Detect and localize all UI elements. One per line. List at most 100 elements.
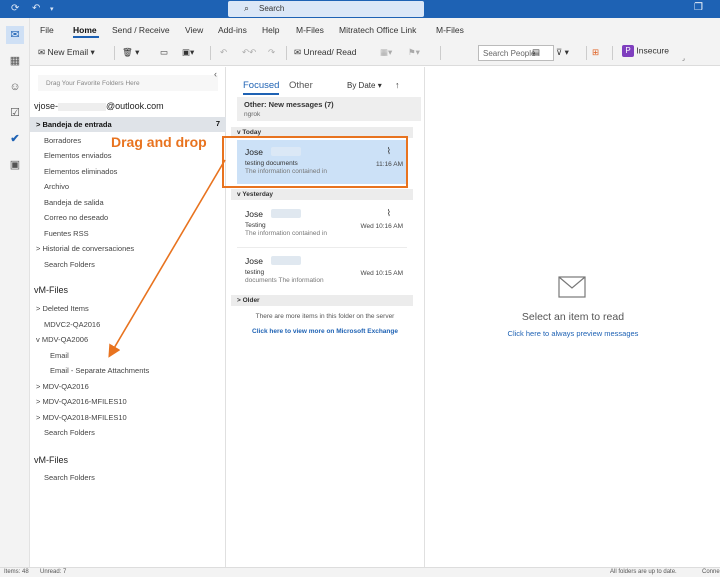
server-items-note: There are more items in this folder on t…	[255, 313, 395, 320]
reply-all-icon[interactable]: ↶↶	[242, 47, 256, 58]
folder-item[interactable]: Correo no deseado	[30, 210, 226, 225]
tab-m-files[interactable]: M-Files	[296, 25, 324, 35]
calendar-icon[interactable]: ▦	[6, 52, 24, 70]
folder-item[interactable]: Email - Separate Attachments	[30, 363, 226, 378]
search-people-input[interactable]: Search People	[478, 45, 554, 61]
favorites-drop-zone[interactable]: Drag Your Favorite Folders Here	[38, 75, 218, 91]
status-item-count: Items: 48	[4, 569, 29, 575]
folder-item[interactable]: Fuentes RSS	[30, 226, 226, 241]
flag-icon[interactable]: ⚑▾	[408, 47, 420, 58]
title-bar: ⟳ ↶ ▾ ⌕ Search ❐	[0, 0, 720, 18]
sender-redacted	[271, 256, 301, 265]
folder-label: Archivo	[44, 182, 70, 191]
view-more-exchange-link[interactable]: Click here to view more on Microsoft Exc…	[237, 328, 413, 335]
group-yesterday-label: Yesterday	[242, 191, 274, 198]
group-header-older[interactable]: > Older	[231, 295, 413, 306]
group-today-label: Today	[242, 129, 262, 136]
move-icon[interactable]: ▣▾	[182, 47, 194, 58]
address-book-icon[interactable]: ▤	[532, 47, 540, 58]
folder-label: Bandeja de entrada	[42, 120, 112, 129]
group-header-yesterday[interactable]: v Yesterday	[231, 189, 413, 200]
tab-file[interactable]: File	[40, 25, 54, 35]
toolbar-divider	[440, 46, 441, 60]
todo-check-icon[interactable]: ✔	[6, 130, 24, 148]
account-header[interactable]: vjose- @outlook.com	[30, 101, 226, 116]
categorize-icon[interactable]: ▦▾	[380, 47, 392, 58]
folder-item[interactable]: Elementos enviados	[30, 148, 226, 163]
new-email-button[interactable]: ✉ New Email ▾	[38, 47, 95, 58]
folder-item[interactable]: Bandeja de salida	[30, 195, 226, 210]
folder-label: Correo no deseado	[44, 213, 109, 222]
folder-item[interactable]: Archivo	[30, 179, 226, 194]
folder-item[interactable]: MDVC2-QA2016	[30, 317, 226, 332]
tab-send-receive[interactable]: Send / Receive	[112, 25, 170, 35]
tasks-icon[interactable]: ☑	[6, 104, 24, 122]
folder-item[interactable]: > MDV-QA2016	[30, 379, 226, 394]
other-new-messages-banner[interactable]: Other: New messages (7) ngrok	[237, 97, 421, 121]
sync-icon[interactable]: ⟳	[11, 3, 19, 14]
reply-icon[interactable]: ↶	[220, 47, 227, 58]
message-preview: documents The information	[245, 277, 324, 284]
folder-label: Historial de conversaciones	[42, 244, 135, 253]
toolbar-divider	[210, 46, 211, 60]
m-files-group-label-2: M-Files	[38, 455, 69, 465]
account-name-suffix: @outlook.com	[106, 101, 164, 111]
tab-view[interactable]: View	[185, 25, 203, 35]
sort-by-dropdown[interactable]: By Date ▾	[347, 81, 382, 90]
tab-m-files-2[interactable]: M-Files	[436, 25, 464, 35]
new-email-icon: ✉	[38, 47, 46, 57]
collapse-pane-icon[interactable]: ‹	[214, 69, 217, 79]
always-preview-link[interactable]: Click here to always preview messages	[426, 329, 720, 338]
folder-item[interactable]: > MDV-QA2016-MFILES10	[30, 394, 226, 409]
ribbon-options-icon[interactable]: ⌟	[682, 55, 685, 62]
apps-icon[interactable]: ▣	[6, 156, 24, 174]
tab-home[interactable]: Home	[73, 25, 97, 35]
m-files-group-header-2[interactable]: vM-Files	[30, 455, 226, 470]
archive-icon[interactable]: ▭	[160, 47, 168, 58]
toolbar-divider	[586, 46, 587, 60]
delete-icon[interactable]: 🗑 ▾	[122, 47, 139, 58]
forward-icon[interactable]: ↷	[268, 47, 275, 58]
tab-mitratech[interactable]: Mitratech Office Link	[339, 25, 416, 35]
m-files-group-label: M-Files	[38, 285, 69, 295]
restore-icon[interactable]: ❐	[694, 2, 703, 13]
tab-other[interactable]: Other	[289, 80, 313, 91]
sort-direction-icon[interactable]: ↑	[395, 80, 400, 90]
folder-item[interactable]: > Bandeja de entrada 7	[30, 117, 226, 132]
tab-focused[interactable]: Focused	[243, 80, 279, 91]
group-older-label: Older	[242, 297, 260, 304]
message-item[interactable]: Jose testing Wed 10:15 AM documents The …	[237, 249, 407, 293]
folder-item[interactable]: Email	[30, 348, 226, 363]
folder-label: Search Folders	[44, 428, 95, 437]
insecure-button[interactable]: P Insecure	[622, 45, 669, 57]
folder-item[interactable]: > MDV-QA2018-MFILES10	[30, 410, 226, 425]
folder-label: MDV-QA2006	[41, 335, 89, 344]
folder-item[interactable]: v MDV-QA2006	[30, 332, 226, 347]
tab-add-ins[interactable]: Add-ins	[218, 25, 247, 35]
folder-item[interactable]: Search Folders	[30, 470, 226, 485]
message-item[interactable]: Jose ⌇ Testing Wed 10:16 AM The informat…	[237, 202, 407, 246]
dropdown-icon[interactable]: ▾	[50, 5, 54, 13]
unread-read-label: Unread/ Read	[303, 47, 357, 57]
toolbar-divider	[612, 46, 613, 60]
message-subject: testing	[245, 269, 265, 276]
tab-help[interactable]: Help	[262, 25, 279, 35]
unread-read-button[interactable]: ✉ Unread/ Read	[294, 47, 356, 58]
new-email-label: New Email	[47, 47, 89, 57]
search-box[interactable]: ⌕ Search	[228, 1, 424, 17]
people-icon[interactable]: ☺	[6, 78, 24, 96]
filter-email-icon[interactable]: ⊽ ▾	[556, 47, 569, 58]
get-addins-icon[interactable]: ⊞	[592, 47, 599, 58]
toolbar-divider	[286, 46, 287, 60]
folder-label: Elementos enviados	[44, 151, 112, 160]
folder-item[interactable]: > Deleted Items	[30, 301, 226, 316]
mail-icon[interactable]: ✉	[6, 26, 24, 44]
folder-item[interactable]: Elementos eliminados	[30, 164, 226, 179]
folder-item[interactable]: > Historial de conversaciones	[30, 241, 226, 256]
undo-icon[interactable]: ↶	[32, 3, 40, 14]
folder-item[interactable]: Search Folders	[30, 257, 226, 272]
highlighted-message-box	[222, 136, 408, 188]
m-files-group-header[interactable]: vM-Files	[30, 285, 226, 300]
folder-item[interactable]: Search Folders	[30, 425, 226, 440]
search-icon: ⌕	[244, 3, 250, 13]
